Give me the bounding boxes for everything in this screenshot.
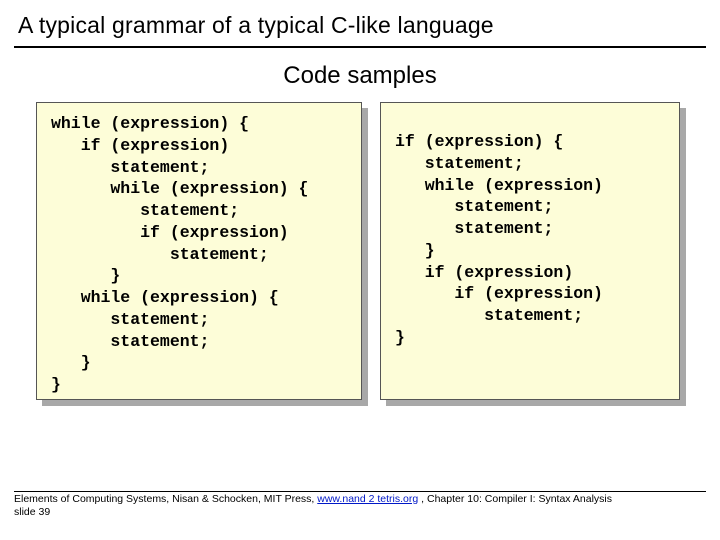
- slide: A typical grammar of a typical C-like la…: [0, 0, 720, 540]
- footer: Elements of Computing Systems, Nisan & S…: [14, 493, 706, 520]
- footer-text-post: , Chapter 10: Compiler I: Syntax Analysi…: [418, 493, 612, 505]
- code-text: while (expression) { if (expression) sta…: [51, 113, 349, 396]
- code-text: if (expression) { statement; while (expr…: [395, 131, 667, 349]
- page-title: A typical grammar of a typical C-like la…: [18, 12, 494, 39]
- code-sample-left: while (expression) { if (expression) sta…: [36, 102, 362, 400]
- footer-slide-number: slide 39: [14, 506, 50, 518]
- code-box: while (expression) { if (expression) sta…: [36, 102, 362, 400]
- code-sample-right: if (expression) { statement; while (expr…: [380, 102, 680, 400]
- footer-link[interactable]: www.nand 2 tetris.org: [317, 493, 418, 505]
- code-box: if (expression) { statement; while (expr…: [380, 102, 680, 400]
- title-rule: [14, 46, 706, 48]
- footer-text-pre: Elements of Computing Systems, Nisan & S…: [14, 493, 317, 505]
- subtitle: Code samples: [0, 62, 720, 90]
